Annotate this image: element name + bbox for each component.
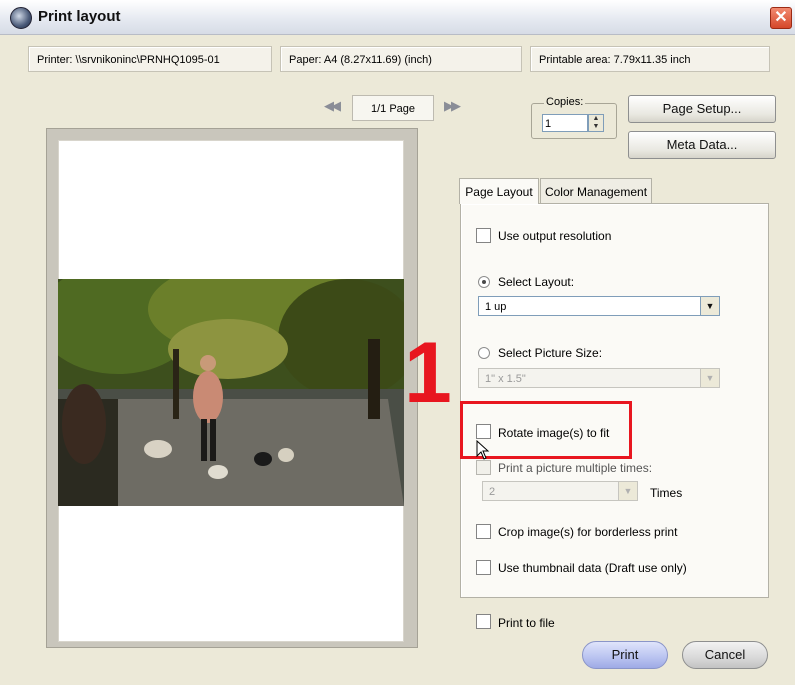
select-picture-size-radio[interactable]: [478, 347, 490, 359]
print-multiple-label: Print a picture multiple times:: [498, 461, 653, 475]
copies-input[interactable]: 1: [542, 114, 588, 132]
picture-size-select[interactable]: 1" x 1.5" ▼: [478, 368, 720, 388]
tab-color-management[interactable]: Color Management: [540, 178, 652, 204]
times-select[interactable]: 2 ▼: [482, 481, 638, 501]
page-indicator: 1/1 Page: [352, 95, 434, 121]
app-icon: [10, 7, 32, 29]
layout-select-value: 1 up: [485, 301, 507, 313]
select-layout-label: Select Layout:: [498, 275, 575, 289]
chevron-down-icon[interactable]: ▼: [700, 297, 719, 315]
crop-borderless-label: Crop image(s) for borderless print: [498, 525, 678, 539]
title-bar: Print layout ✕: [0, 0, 795, 35]
times-select-value: 2: [489, 486, 496, 498]
print-multiple-checkbox[interactable]: [476, 460, 491, 475]
print-layout-window: Print layout ✕ Printer: \\srvnikoninc\PR…: [0, 0, 795, 685]
chevron-down-icon[interactable]: ▼: [700, 369, 719, 387]
print-button[interactable]: Print: [582, 641, 668, 669]
print-to-file-label: Print to file: [498, 616, 555, 630]
preview-photo: [58, 279, 404, 506]
select-picture-size-label: Select Picture Size:: [498, 346, 603, 360]
annotation-step-number: 1: [404, 325, 452, 421]
printer-info: Printer: \\srvnikoninc\PRNHQ1095-01: [28, 46, 272, 72]
print-to-file-checkbox[interactable]: [476, 614, 491, 629]
spinner-down-icon[interactable]: ▼: [589, 123, 603, 131]
times-label: Times: [650, 486, 683, 500]
use-thumbnail-checkbox[interactable]: [476, 560, 491, 575]
meta-data-button[interactable]: Meta Data...: [628, 131, 776, 159]
close-button[interactable]: ✕: [770, 7, 792, 29]
window-title: Print layout: [38, 8, 121, 25]
next-page-icon[interactable]: ▶▶: [444, 98, 461, 114]
use-output-resolution-label: Use output resolution: [498, 229, 612, 243]
prev-page-icon[interactable]: ◀◀: [324, 98, 341, 114]
picture-size-select-value: 1" x 1.5": [485, 373, 526, 385]
spinner-up-icon[interactable]: ▲: [589, 115, 603, 123]
use-output-resolution-checkbox[interactable]: [476, 228, 491, 243]
mouse-cursor-icon: [476, 440, 490, 460]
paper-info: Paper: A4 (8.27x11.69) (inch): [280, 46, 522, 72]
select-layout-radio[interactable]: [478, 276, 490, 288]
copies-spinner[interactable]: ▲ ▼: [588, 114, 604, 132]
park-photo-image: [58, 279, 404, 506]
crop-borderless-checkbox[interactable]: [476, 524, 491, 539]
cancel-button[interactable]: Cancel: [682, 641, 768, 669]
copies-label: Copies:: [544, 96, 586, 108]
layout-select[interactable]: 1 up ▼: [478, 296, 720, 316]
chevron-down-icon[interactable]: ▼: [618, 482, 637, 500]
use-thumbnail-label: Use thumbnail data (Draft use only): [498, 561, 687, 575]
page-setup-button[interactable]: Page Setup...: [628, 95, 776, 123]
printable-area-info: Printable area: 7.79x11.35 inch: [530, 46, 770, 72]
tab-page-layout[interactable]: Page Layout: [459, 178, 539, 204]
